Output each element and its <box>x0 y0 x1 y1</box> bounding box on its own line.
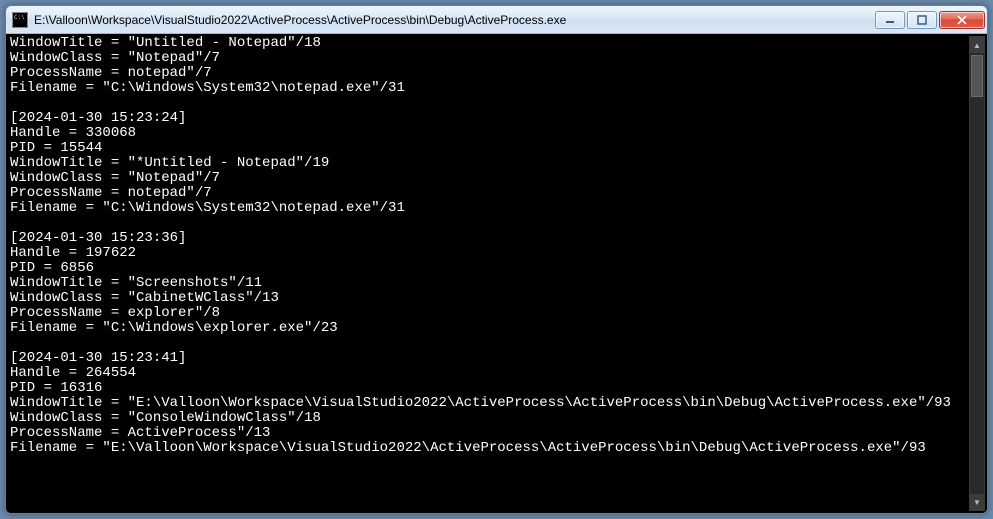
maximize-button[interactable] <box>907 11 937 29</box>
scroll-thumb[interactable] <box>971 55 983 97</box>
window-title: E:\Valloon\Workspace\VisualStudio2022\Ac… <box>34 13 875 27</box>
scroll-up-arrow[interactable]: ▲ <box>970 37 984 53</box>
app-icon <box>12 12 28 28</box>
minimize-button[interactable] <box>875 11 905 29</box>
minimize-icon <box>885 15 895 25</box>
scroll-down-arrow[interactable]: ▼ <box>970 494 984 510</box>
console-output[interactable]: WindowTitle = "Untitled - Notepad"/18 Wi… <box>6 34 987 513</box>
close-icon <box>957 15 967 25</box>
maximize-icon <box>917 15 927 25</box>
vertical-scrollbar[interactable]: ▲ ▼ <box>969 36 985 511</box>
console-window: E:\Valloon\Workspace\VisualStudio2022\Ac… <box>5 5 988 514</box>
titlebar[interactable]: E:\Valloon\Workspace\VisualStudio2022\Ac… <box>6 6 987 34</box>
close-button[interactable] <box>939 11 985 29</box>
window-controls <box>875 11 985 29</box>
